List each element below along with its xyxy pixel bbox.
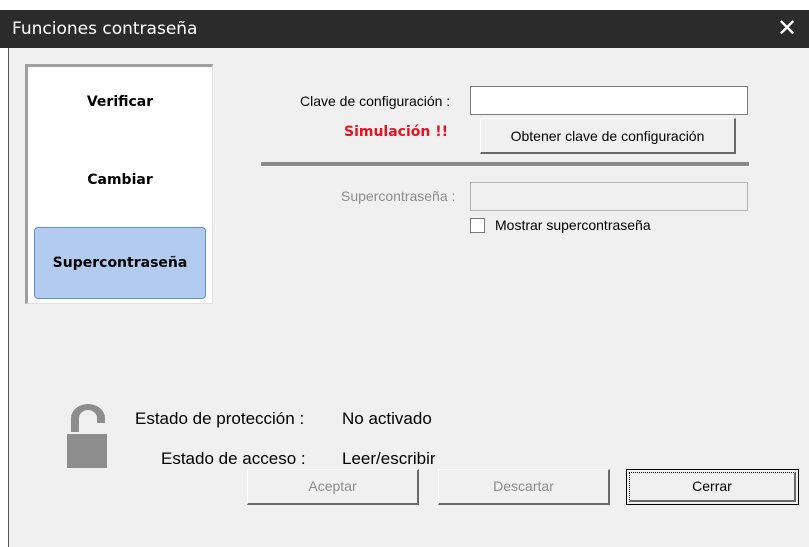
simulation-label: Simulación !! xyxy=(344,124,449,140)
close-button[interactable]: Cerrar xyxy=(626,469,799,505)
password-functions-dialog: Funciones contraseña ✕ Verificar Cambiar… xyxy=(0,0,809,547)
dialog-body: Verificar Cambiar Supercontraseña Clave … xyxy=(8,48,809,547)
tab-supercontrasena[interactable]: Supercontraseña xyxy=(34,227,206,299)
window-title: Funciones contraseña xyxy=(12,19,198,39)
tab-list: Verificar Cambiar Supercontraseña xyxy=(25,64,213,304)
discard-button[interactable]: Descartar xyxy=(438,469,610,505)
protection-status-value: No activado xyxy=(342,409,432,428)
access-status-label: Estado de acceso : xyxy=(161,449,306,468)
config-key-input[interactable] xyxy=(470,86,748,115)
access-status-value: Leer/escribir xyxy=(342,449,436,468)
tab-cambiar[interactable]: Cambiar xyxy=(28,145,212,215)
protection-status-label: Estado de protección : xyxy=(135,409,305,428)
get-config-key-button[interactable]: Obtener clave de configuración xyxy=(480,118,736,154)
padlock-open-icon xyxy=(67,404,107,468)
supercontrasena-label: Supercontraseña : xyxy=(341,188,456,204)
config-key-label: Clave de configuración : xyxy=(300,93,451,109)
show-supercontrasena-checkbox[interactable] xyxy=(470,218,485,233)
tab-verificar[interactable]: Verificar xyxy=(28,67,212,137)
accept-button[interactable]: Aceptar xyxy=(247,469,419,505)
show-supercontrasena-label: Mostrar supercontraseña xyxy=(495,217,651,233)
close-icon[interactable]: ✕ xyxy=(771,13,803,45)
title-bar: Funciones contraseña ✕ xyxy=(0,10,809,48)
supercontrasena-input[interactable] xyxy=(470,182,748,211)
close-button-label: Cerrar xyxy=(629,472,796,502)
separator xyxy=(261,162,749,167)
